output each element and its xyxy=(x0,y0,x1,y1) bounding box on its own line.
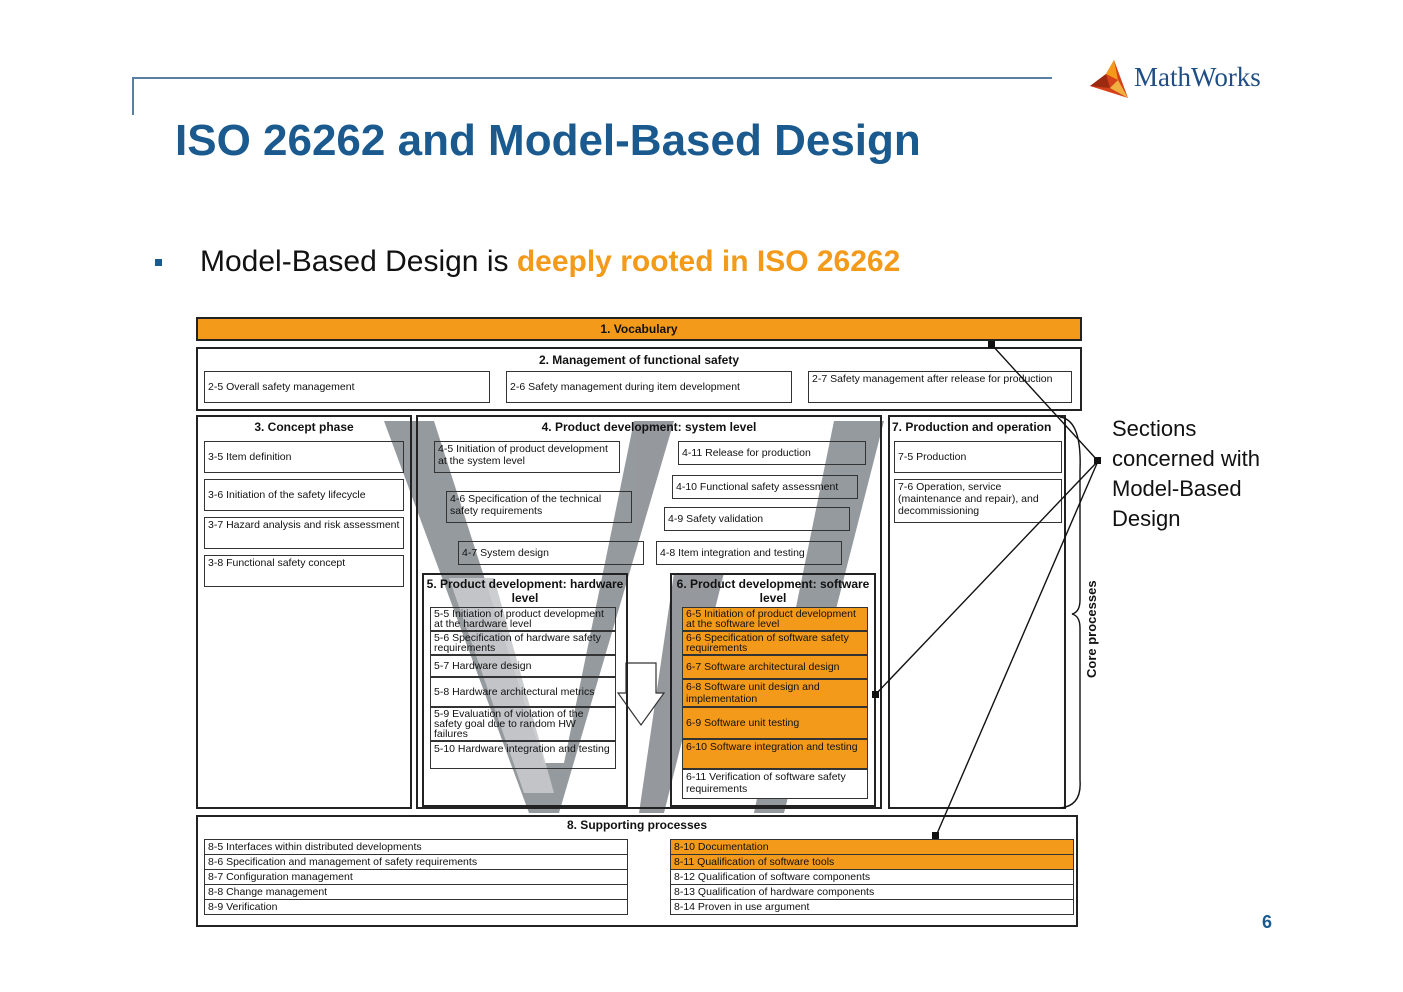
concept-title: 3. Concept phase xyxy=(254,420,354,434)
header-rule xyxy=(132,77,1052,79)
item-6-6: 6-6 Specification of software safety req… xyxy=(682,631,868,655)
iso26262-diagram: 1. Vocabulary 2. Management of functiona… xyxy=(194,313,1099,933)
item-4-6: 4-6 Specification of the technical safet… xyxy=(446,491,632,523)
page-title: ISO 26262 and Model-Based Design xyxy=(175,116,921,165)
item-8-14: 8-14 Proven in use argument xyxy=(670,899,1074,915)
item-2-5: 2-5 Overall safety management xyxy=(204,371,490,403)
side-note-line: Sections xyxy=(1112,416,1197,441)
section-production xyxy=(888,415,1066,809)
item-6-11: 6-11 Verification of software safety req… xyxy=(682,769,868,799)
item-7-5: 7-5 Production xyxy=(894,441,1062,473)
logo-text: MathWorks xyxy=(1134,62,1261,92)
core-processes-label: Core processes xyxy=(1084,580,1099,678)
section-concept xyxy=(196,415,412,809)
item-8-13: 8-13 Qualification of hardware component… xyxy=(670,884,1074,900)
item-4-8: 4-8 Item integration and testing xyxy=(656,541,842,565)
item-3-5: 3-5 Item definition xyxy=(204,441,404,473)
item-8-11: 8-11 Qualification of software tools xyxy=(670,854,1074,870)
management-title: 2. Management of functional safety xyxy=(538,353,740,367)
system-title: 4. Product development: system level xyxy=(541,420,757,434)
item-6-9: 6-9 Software unit testing xyxy=(682,707,868,739)
item-8-10: 8-10 Documentation xyxy=(670,839,1074,855)
item-5-7: 5-7 Hardware design xyxy=(430,655,616,677)
software-title: 6. Product development: software level xyxy=(676,577,870,605)
item-6-7: 6-7 Software architectural design xyxy=(682,655,868,679)
bullet-text-highlight: deeply rooted in ISO 26262 xyxy=(516,245,901,278)
item-8-6: 8-6 Specification and management of safe… xyxy=(204,854,628,870)
item-3-8: 3-8 Functional safety concept xyxy=(204,555,404,587)
bullet-marker xyxy=(155,259,162,266)
item-2-7: 2-7 Safety management after release for … xyxy=(808,371,1072,403)
section-vocabulary: 1. Vocabulary xyxy=(196,317,1082,341)
hardware-title: 5. Product development: hardware level xyxy=(426,577,624,605)
item-4-10: 4-10 Functional safety assessment xyxy=(672,475,858,499)
item-8-9: 8-9 Verification xyxy=(204,899,628,915)
side-note: Sections concerned with Model-Based Desi… xyxy=(1112,414,1282,534)
supporting-title: 8. Supporting processes xyxy=(566,818,708,832)
side-note-line: concerned with xyxy=(1112,446,1260,471)
item-4-5: 4-5 Initiation of product development at… xyxy=(434,441,620,473)
item-3-6: 3-6 Initiation of the safety lifecycle xyxy=(204,479,404,511)
side-note-line: Model-Based xyxy=(1112,476,1242,501)
item-5-5: 5-5 Initiation of product development at… xyxy=(430,607,616,631)
page-number: 6 xyxy=(1262,912,1273,932)
item-4-11: 4-11 Release for production xyxy=(678,441,866,465)
item-8-7: 8-7 Configuration management xyxy=(204,869,628,885)
production-title: 7. Production and operation xyxy=(892,420,1052,434)
item-3-7: 3-7 Hazard analysis and risk assessment xyxy=(204,517,404,549)
item-6-10: 6-10 Software integration and testing xyxy=(682,739,868,769)
item-2-6: 2-6 Safety management during item develo… xyxy=(506,371,792,403)
header-rule-vertical xyxy=(132,77,134,115)
item-5-9: 5-9 Evaluation of violation of the safet… xyxy=(430,707,616,741)
bullet-text: Model-Based Design is deeply rooted in I… xyxy=(200,245,900,279)
side-note-line: Design xyxy=(1112,506,1181,531)
membrane-logo-icon xyxy=(1090,60,1128,98)
item-7-6: 7-6 Operation, service (maintenance and … xyxy=(894,479,1062,523)
item-5-8: 5-8 Hardware architectural metrics xyxy=(430,677,616,707)
item-4-7: 4-7 System design xyxy=(458,541,644,565)
item-8-12: 8-12 Qualification of software component… xyxy=(670,869,1074,885)
item-8-8: 8-8 Change management xyxy=(204,884,628,900)
item-6-8: 6-8 Software unit design and implementat… xyxy=(682,679,868,707)
item-5-6: 5-6 Specification of hardware safety req… xyxy=(430,631,616,655)
callout-dot xyxy=(1094,457,1101,464)
item-5-10: 5-10 Hardware integration and testing xyxy=(430,741,616,769)
item-8-5: 8-5 Interfaces within distributed develo… xyxy=(204,839,628,855)
item-4-9: 4-9 Safety validation xyxy=(664,507,850,531)
item-6-5: 6-5 Initiation of product development at… xyxy=(682,607,868,631)
bullet-text-plain: Model-Based Design is xyxy=(200,245,517,278)
